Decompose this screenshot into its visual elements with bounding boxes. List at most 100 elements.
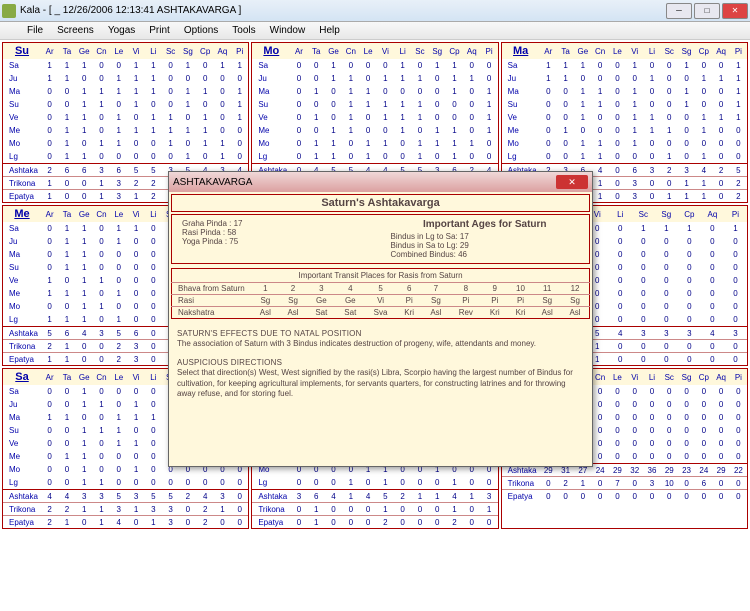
cell: 3 (76, 492, 93, 501)
cell: 1 (41, 289, 58, 298)
cell: 1 (592, 87, 609, 96)
cell: 1 (480, 87, 497, 96)
dialog-header: Saturn's Ashtakavarga (171, 194, 590, 212)
cell: 0 (394, 139, 411, 148)
cell: 0 (93, 224, 110, 233)
cell: 0 (429, 100, 446, 109)
cell: 0 (162, 61, 179, 70)
col-Pi: Pi (231, 47, 248, 56)
sum-label: Ashtaka (3, 329, 41, 338)
cell: 1 (58, 355, 75, 364)
transit-table: Bhava from Saturn123456789101112RasiSgSg… (171, 282, 590, 319)
cell: 0 (678, 74, 695, 83)
cell: 0 (429, 152, 446, 161)
cell: 0 (394, 518, 411, 527)
cell: 1 (58, 289, 75, 298)
cell: 0 (145, 387, 162, 396)
cell: 0 (661, 179, 678, 188)
cell: 1 (58, 342, 75, 351)
cell: 6 (76, 166, 93, 175)
cell: Sat (336, 307, 365, 319)
cell: 1 (76, 465, 93, 474)
cell: 0 (429, 74, 446, 83)
col-Li: Li (145, 47, 162, 56)
cell: 0 (127, 452, 144, 461)
col-Cn: Cn (592, 373, 609, 382)
cell: 24 (592, 466, 609, 475)
cell: 0 (540, 113, 557, 122)
cell: Ge (336, 295, 365, 307)
cell: 0 (162, 152, 179, 161)
cell: 0 (678, 315, 701, 324)
menu-screens[interactable]: Screens (50, 25, 101, 36)
cell: 0 (609, 263, 632, 272)
cell: 0 (162, 74, 179, 83)
menu-yogas[interactable]: Yogas (101, 25, 142, 36)
cell: 4 (58, 492, 75, 501)
cell: 0 (93, 126, 110, 135)
close-button[interactable]: ✕ (722, 3, 748, 19)
cell: 0 (127, 152, 144, 161)
cell: 0 (290, 74, 307, 83)
auspicious-para: AUSPICIOUS DIRECTIONSSelect that directi… (171, 354, 590, 404)
cell: 6 (396, 283, 422, 295)
cell: 0 (394, 478, 411, 487)
cell: 36 (643, 466, 660, 475)
col-Ge: Ge (574, 47, 591, 56)
menu-file[interactable]: File (20, 25, 50, 36)
cell: 0 (592, 387, 609, 396)
cell: 0 (463, 61, 480, 70)
cell: 1 (41, 61, 58, 70)
cell: 0 (643, 152, 660, 161)
cell: 1 (480, 126, 497, 135)
cell: 0 (41, 139, 58, 148)
cell: 0 (626, 439, 643, 448)
cell: 0 (41, 237, 58, 246)
cell: 1 (359, 152, 376, 161)
cell: 1 (325, 152, 342, 161)
cell: 0 (661, 139, 678, 148)
cell: 0 (678, 152, 695, 161)
dialog-titlebar[interactable]: ASHTAKAVARGA✕ (169, 172, 592, 192)
cell: 5 (110, 492, 127, 501)
cell: 0 (127, 276, 144, 285)
cell: 0 (540, 152, 557, 161)
cell: 0 (179, 518, 196, 527)
cell: 2 (110, 342, 127, 351)
cell: 0 (540, 492, 557, 501)
dialog-close-button[interactable]: ✕ (556, 175, 588, 189)
cell: 0 (574, 74, 591, 83)
cell: 1 (463, 74, 480, 83)
cell: 1 (411, 139, 428, 148)
menu-options[interactable]: Options (177, 25, 225, 36)
cell: 1 (93, 505, 110, 514)
menu-window[interactable]: Window (263, 25, 313, 36)
cell: 0 (342, 152, 359, 161)
col-Sc: Sc (632, 210, 655, 219)
cell: 0 (179, 139, 196, 148)
cell: 0 (411, 518, 428, 527)
cell: 1 (76, 100, 93, 109)
cell: Sg (252, 295, 280, 307)
menu-help[interactable]: Help (312, 25, 347, 36)
menu-print[interactable]: Print (142, 25, 177, 36)
cell: 1 (76, 302, 93, 311)
cell: 0 (695, 426, 712, 435)
menu-tools[interactable]: Tools (225, 25, 262, 36)
col-Ge: Ge (325, 47, 342, 56)
maximize-button[interactable]: □ (694, 3, 720, 19)
cell: 1 (127, 413, 144, 422)
col-Pi: Pi (730, 47, 747, 56)
cell: 0 (93, 74, 110, 83)
cell: 1 (429, 139, 446, 148)
cell: 0 (58, 478, 75, 487)
cell: 0 (446, 100, 463, 109)
cell: 0 (695, 413, 712, 422)
cell: 4 (336, 283, 365, 295)
cell: 0 (145, 315, 162, 324)
sum-label: Ashtaka (3, 166, 41, 175)
cell: Asl (279, 307, 307, 319)
minimize-button[interactable]: ─ (666, 3, 692, 19)
cell: 0 (231, 126, 248, 135)
cell: 1 (110, 126, 127, 135)
